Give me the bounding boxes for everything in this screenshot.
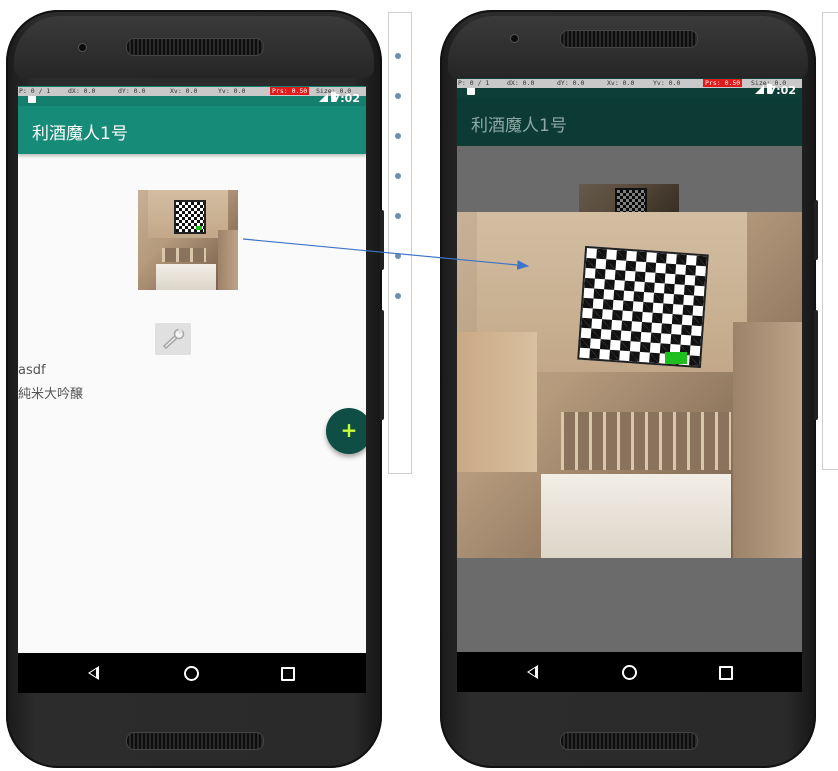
transition-arrow: [242, 238, 530, 270]
